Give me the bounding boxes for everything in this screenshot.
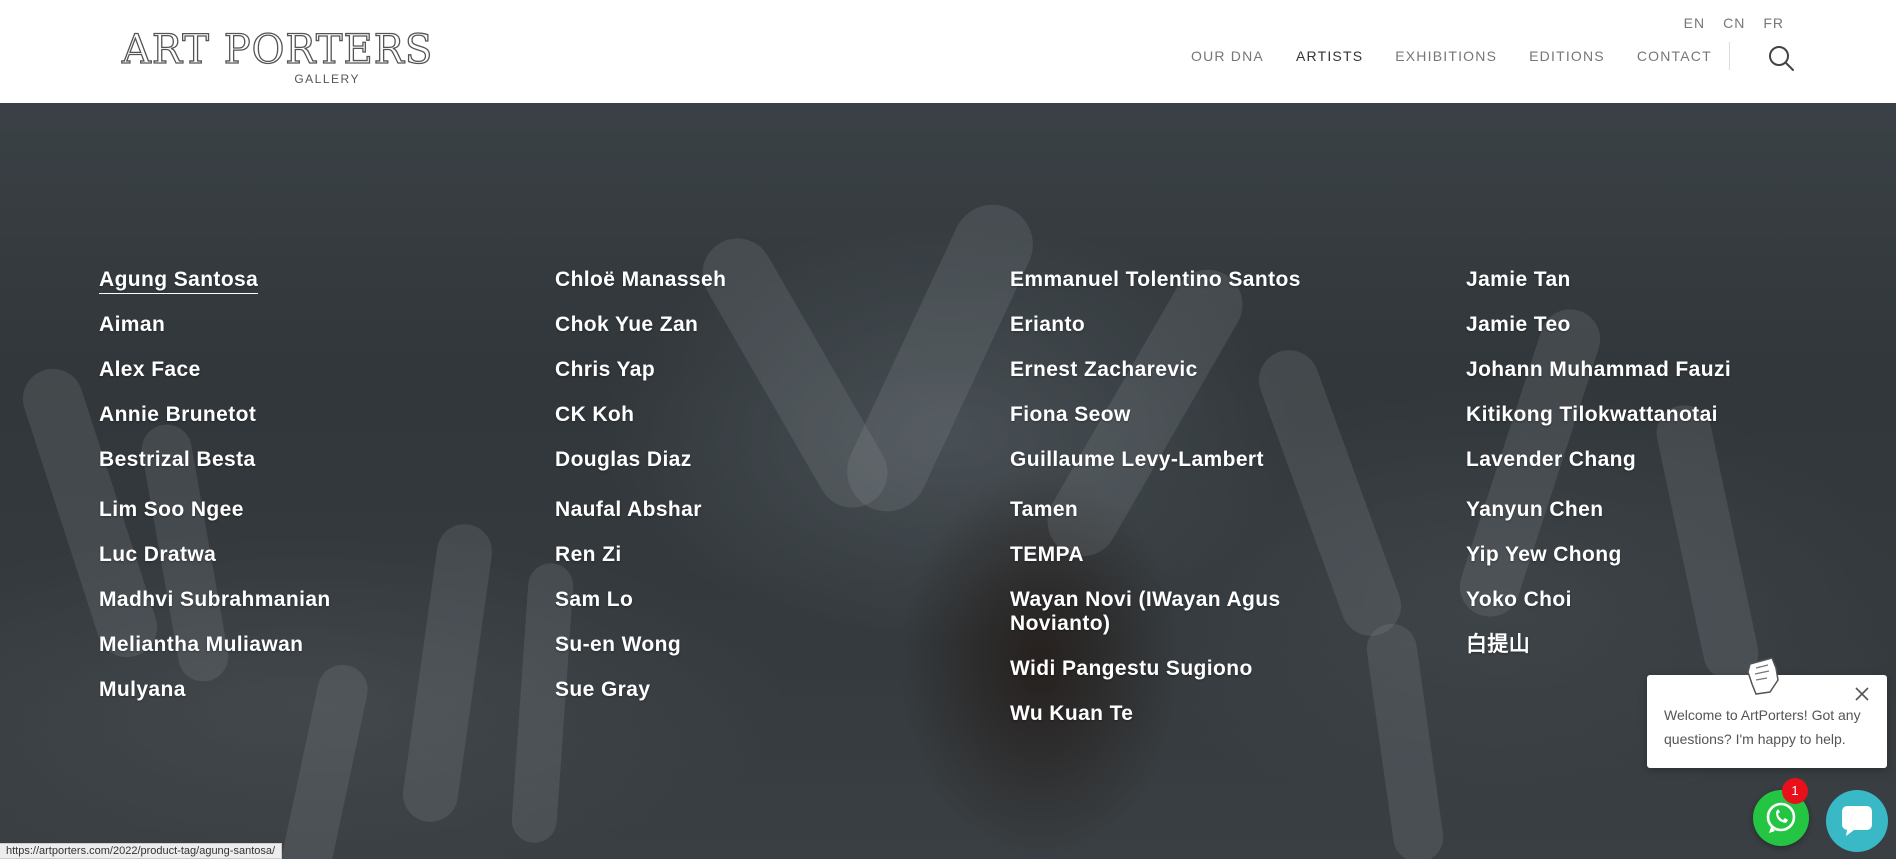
artist-link[interactable]: TEMPA: [1010, 543, 1340, 588]
artist-link[interactable]: Naufal Abshar: [555, 498, 995, 543]
artist-link[interactable]: Lim Soo Ngee: [99, 498, 539, 543]
artist-link[interactable]: Chris Yap: [555, 358, 995, 403]
artist-column-2: Chloë Manasseh Chok Yue Zan Chris Yap CK…: [555, 268, 995, 723]
artist-link[interactable]: Douglas Diaz: [555, 448, 995, 493]
artist-link[interactable]: Luc Dratwa: [99, 543, 539, 588]
site-header: ART PORTERS GALLERY EN CN FR OUR DNA ART…: [0, 0, 1896, 103]
artist-link[interactable]: Fiona Seow: [1010, 403, 1340, 448]
artist-link[interactable]: Widi Pangestu Sugiono: [1010, 657, 1340, 702]
chat-bubble-icon: [1842, 806, 1872, 836]
logo-subtitle: GALLERY: [294, 72, 360, 86]
artist-link[interactable]: Ren Zi: [555, 543, 995, 588]
lang-cn[interactable]: CN: [1723, 15, 1745, 31]
main-nav: OUR DNA ARTISTS EXHIBITIONS EDITIONS CON…: [1191, 48, 1744, 64]
artist-column-4: Jamie Tan Jamie Teo Johann Muhammad Fauz…: [1466, 268, 1896, 678]
artist-link[interactable]: Sam Lo: [555, 588, 995, 633]
nav-our-dna[interactable]: OUR DNA: [1191, 48, 1264, 64]
artist-link[interactable]: Wayan Novi (IWayan Agus Novianto): [1010, 588, 1340, 657]
artist-link[interactable]: Jamie Teo: [1466, 313, 1896, 358]
artist-link[interactable]: Kitikong Tilokwattanotai: [1466, 403, 1896, 448]
artist-link[interactable]: Agung Santosa: [99, 268, 539, 313]
artist-link[interactable]: Erianto: [1010, 313, 1340, 358]
artist-link[interactable]: Su-en Wong: [555, 633, 995, 678]
artist-link[interactable]: Yip Yew Chong: [1466, 543, 1896, 588]
artist-link[interactable]: Johann Muhammad Fauzi: [1466, 358, 1896, 403]
nav-exhibitions[interactable]: EXHIBITIONS: [1395, 48, 1497, 64]
chat-agent-avatar-icon: [1742, 654, 1786, 698]
artist-link[interactable]: Sue Gray: [555, 678, 995, 723]
search-icon[interactable]: [1767, 44, 1795, 72]
language-switcher: EN CN FR: [1666, 15, 1784, 31]
artist-name: Agung Santosa: [99, 268, 259, 294]
chat-welcome-message: Welcome to ArtPorters! Got any questions…: [1664, 707, 1861, 747]
artist-link[interactable]: Meliantha Muliawan: [99, 633, 539, 678]
nav-editions[interactable]: EDITIONS: [1529, 48, 1605, 64]
notification-badge: 1: [1782, 778, 1808, 804]
artist-link[interactable]: Aiman: [99, 313, 539, 358]
artist-link[interactable]: Emmanuel Tolentino Santos: [1010, 268, 1340, 313]
artist-link[interactable]: Mulyana: [99, 678, 539, 723]
artist-link[interactable]: Lavender Chang: [1466, 448, 1896, 493]
chat-close-icon[interactable]: [1854, 686, 1870, 702]
artist-link[interactable]: Chloë Manasseh: [555, 268, 995, 313]
artist-link[interactable]: Madhvi Subrahmanian: [99, 588, 539, 633]
logo-title: ART PORTERS: [121, 27, 434, 73]
artist-link[interactable]: Alex Face: [99, 358, 539, 403]
nav-contact[interactable]: CONTACT: [1637, 48, 1712, 64]
artist-link[interactable]: Yanyun Chen: [1466, 498, 1896, 543]
artist-link[interactable]: 白提山: [1466, 633, 1896, 678]
lang-fr[interactable]: FR: [1763, 15, 1784, 31]
messenger-chat-button[interactable]: [1826, 790, 1888, 852]
nav-divider: [1729, 42, 1730, 70]
artist-link[interactable]: Yoko Choi: [1466, 588, 1896, 633]
site-logo[interactable]: ART PORTERS GALLERY: [121, 27, 434, 88]
artist-link[interactable]: CK Koh: [555, 403, 995, 448]
browser-status-url: https://artporters.com/2022/product-tag/…: [0, 843, 283, 859]
lang-en[interactable]: EN: [1684, 15, 1705, 31]
artist-link[interactable]: Bestrizal Besta: [99, 448, 539, 493]
artist-link[interactable]: Guillaume Levy-Lambert: [1010, 448, 1340, 493]
nav-artists[interactable]: ARTISTS: [1296, 48, 1363, 64]
artist-link[interactable]: Jamie Tan: [1466, 268, 1896, 313]
artist-link[interactable]: Tamen: [1010, 498, 1340, 543]
artist-link[interactable]: Chok Yue Zan: [555, 313, 995, 358]
artist-column-3: Emmanuel Tolentino Santos Erianto Ernest…: [1010, 268, 1340, 747]
artist-column-1: Agung Santosa Aiman Alex Face Annie Brun…: [99, 268, 539, 723]
artist-link[interactable]: Annie Brunetot: [99, 403, 539, 448]
artist-link[interactable]: Wu Kuan Te: [1010, 702, 1340, 747]
artist-link[interactable]: Ernest Zacharevic: [1010, 358, 1340, 403]
